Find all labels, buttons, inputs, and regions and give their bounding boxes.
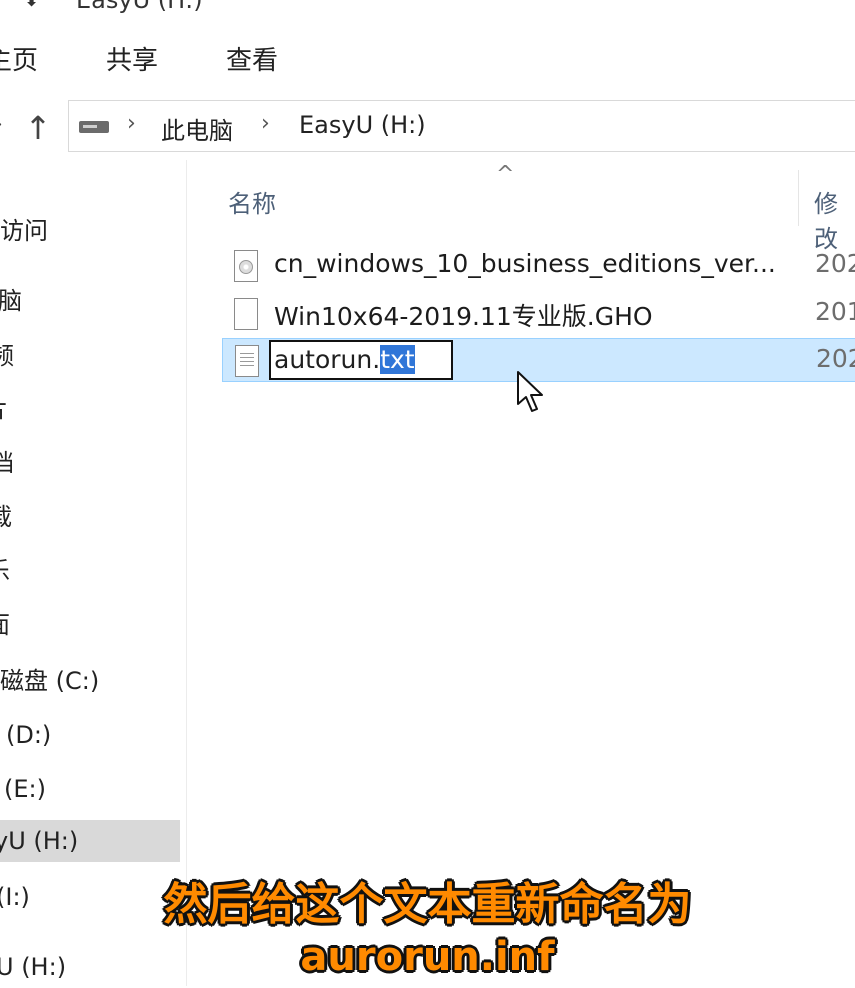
address-bar[interactable]: › 此电脑 › EasyU (H:) bbox=[68, 100, 855, 152]
nav-item-label: 档 bbox=[0, 449, 14, 477]
tab-home[interactable]: 主页 bbox=[0, 40, 38, 77]
nav-item-desktop[interactable]: 面 bbox=[0, 604, 186, 646]
tab-view[interactable]: 查看 bbox=[226, 40, 278, 77]
nav-item-quick-access[interactable]: 访问 bbox=[0, 210, 186, 252]
up-arrow-icon[interactable]: ↑ bbox=[18, 108, 58, 148]
recent-locations-icon[interactable]: › bbox=[0, 112, 3, 137]
file-row-iso[interactable]: cn_windows_10_business_editions_ver... 2… bbox=[222, 244, 855, 288]
nav-item-drive-c[interactable]: 磁盘 (C:) bbox=[0, 660, 186, 702]
nav-item-music[interactable]: 乐 bbox=[0, 550, 186, 592]
mouse-pointer-icon bbox=[517, 371, 543, 412]
rename-text-base: autorun. bbox=[274, 345, 381, 374]
nav-item-pictures[interactable]: 片 bbox=[0, 388, 186, 430]
navigation-pane: 访问 脑 频 片 档 载 乐 面 磁盘 (C:) (D:) (E:) yU (H… bbox=[0, 160, 186, 986]
nav-item-label: 片 bbox=[0, 388, 8, 430]
disc-image-file-icon bbox=[234, 250, 258, 282]
nav-item-downloads[interactable]: 载 bbox=[0, 496, 186, 538]
nav-item-label: 脑 bbox=[0, 287, 22, 315]
file-name: Win10x64-2019.11专业版.GHO bbox=[274, 302, 653, 331]
nav-item-videos[interactable]: 频 bbox=[0, 335, 186, 377]
drive-icon bbox=[79, 121, 109, 133]
nav-item-drive-e[interactable]: (E:) bbox=[0, 768, 186, 810]
chevron-right-icon[interactable]: › bbox=[127, 111, 136, 136]
nav-item-documents[interactable]: 档 bbox=[0, 442, 186, 484]
file-row-gho[interactable]: Win10x64-2019.11专业版.GHO 201 bbox=[222, 292, 855, 336]
chevron-right-icon[interactable]: › bbox=[261, 111, 270, 136]
column-divider[interactable] bbox=[798, 170, 799, 226]
nav-item-label: yU (H:) bbox=[0, 827, 79, 855]
rename-input[interactable]: autorun.txt bbox=[269, 340, 453, 380]
file-list: ^ 名称 修改 cn_windows_10_business_editions_… bbox=[188, 160, 855, 986]
navigation-row: › ↑ › 此电脑 › EasyU (H:) bbox=[0, 90, 855, 160]
nav-item-label: 频 bbox=[0, 342, 14, 370]
file-date: 202 bbox=[816, 344, 855, 373]
nav-item-label: 面 bbox=[0, 604, 10, 646]
nav-item-label: 访问 bbox=[0, 217, 48, 245]
nav-item-label: (D:) bbox=[6, 721, 52, 749]
file-date: 202 bbox=[815, 249, 855, 278]
nav-item-label: 载 bbox=[0, 496, 12, 538]
title-bar: ⬇ EasyU (H:) bbox=[0, 0, 855, 20]
sort-ascending-icon: ^ bbox=[496, 162, 515, 187]
breadcrumb-easyu-drive[interactable]: EasyU (H:) bbox=[299, 111, 426, 139]
quick-access-dropdown-icon[interactable]: ⬇ bbox=[24, 0, 39, 11]
nav-item-label: (E:) bbox=[4, 775, 46, 803]
file-date: 201 bbox=[815, 297, 855, 326]
file-name: cn_windows_10_business_editions_ver... bbox=[274, 249, 776, 278]
rename-selected-extension: txt bbox=[380, 345, 415, 374]
nav-item-this-pc[interactable]: 脑 bbox=[0, 280, 186, 322]
nav-item-drive-d[interactable]: (D:) bbox=[0, 714, 186, 756]
blank-file-icon bbox=[234, 298, 258, 330]
nav-item-label: 磁盘 (C:) bbox=[0, 667, 100, 695]
nav-item-easyu-h[interactable]: yU (H:) bbox=[0, 820, 180, 862]
subtitle-line-1: 然后给这个文本重新命名为 bbox=[163, 879, 692, 930]
pane-divider[interactable] bbox=[186, 160, 187, 986]
nav-item-label: 乐 bbox=[0, 550, 10, 592]
breadcrumb-this-pc[interactable]: 此电脑 bbox=[161, 111, 233, 146]
subtitle-line-2: aurorun.inf bbox=[300, 934, 555, 980]
tab-share[interactable]: 共享 bbox=[106, 40, 158, 77]
column-header-name[interactable]: 名称 bbox=[228, 184, 276, 219]
ribbon-tab-bar: 主页 共享 查看 bbox=[0, 22, 855, 90]
window-title: EasyU (H:) bbox=[76, 0, 203, 14]
text-file-icon bbox=[235, 345, 259, 377]
